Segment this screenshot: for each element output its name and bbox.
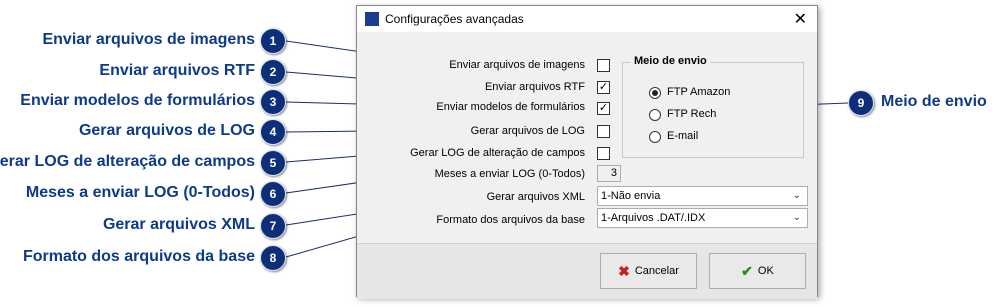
xml-select[interactable]: 1-Não envia ⌄ [597,186,808,206]
dialog-footer: ✖ Cancelar ✔ OK [357,243,817,299]
cancel-button-label: Cancelar [634,265,679,277]
format-label: Formato dos arquivos da base [436,214,585,226]
send-images-checkbox[interactable] [597,59,610,72]
format-select[interactable]: 1-Arquivos .DAT/.IDX ⌄ [597,208,808,228]
annotation-label-9: Meio de envio [881,93,987,110]
callout-badge-2: 2 [260,59,286,85]
checkmark-icon: ✔ [741,262,753,279]
annotation-label-8: Formato dos arquivos da base [22,248,255,265]
ftp-rech-radio[interactable] [649,109,661,121]
cancel-icon: ✖ [618,262,630,279]
dialog-title: Configurações avançadas [385,12,524,26]
annotation-label-5: Gerar LOG de alteração de campos [0,153,255,170]
app-icon [365,12,379,26]
annotation-label-7: Gerar arquivos XML [102,216,255,233]
send-rtf-checkbox[interactable]: ✓ [597,81,610,94]
format-select-value: 1-Arquivos .DAT/.IDX [601,212,706,224]
annotation-label-1: Enviar arquivos de imagens [42,31,255,48]
advanced-settings-dialog: Configurações avançadas ✕ Enviar arquivo… [356,5,818,299]
send-forms-checkbox[interactable]: ✓ [597,102,610,115]
generate-log-checkbox[interactable] [597,125,610,138]
ftp-rech-label: FTP Rech [667,108,717,120]
ok-button[interactable]: ✔ OK [709,253,806,289]
field-change-log-label: Gerar LOG de alteração de campos [410,147,585,159]
dialog-titlebar: Configurações avançadas ✕ [357,6,817,32]
chevron-down-icon: ⌄ [792,190,801,201]
cancel-button[interactable]: ✖ Cancelar [600,253,697,289]
send-forms-label: Enviar modelos de formulários [436,101,585,113]
ftp-amazon-radio[interactable] [649,87,661,99]
xml-label: Gerar arquivos XML [486,191,585,203]
annotation-label-2: Enviar arquivos RTF [99,62,255,79]
send-rtf-label: Enviar arquivos RTF [484,81,585,93]
annotation-label-3: Enviar modelos de formulários [20,92,255,109]
months-log-label: Meses a enviar LOG (0-Todos) [434,168,585,180]
annotation-label-4: Gerar arquivos de LOG [78,122,255,139]
callout-badge-3: 3 [260,89,286,115]
send-method-legend: Meio de envio [631,55,710,67]
chevron-down-icon: ⌄ [792,212,801,223]
ok-button-label: OK [757,265,774,277]
email-radio[interactable] [649,131,661,143]
callout-badge-9: 9 [848,90,874,116]
callout-badge-6: 6 [260,181,286,207]
close-icon[interactable]: ✕ [794,9,807,29]
radio-selected-dot [652,90,658,96]
callout-badge-7: 7 [260,213,286,239]
send-images-label: Enviar arquivos de imagens [449,59,585,71]
months-log-input[interactable]: 3 [597,165,621,182]
ftp-amazon-label: FTP Amazon [667,86,731,98]
callout-badge-1: 1 [260,28,286,54]
callout-badge-5: 5 [260,150,286,176]
generate-log-label: Gerar arquivos de LOG [470,125,585,137]
send-method-group: Meio de envio FTP Amazon FTP Rech E-mail [622,55,804,158]
field-change-log-checkbox[interactable] [597,147,610,160]
annotation-label-6: Meses a enviar LOG (0-Todos) [25,184,255,201]
callout-badge-8: 8 [260,245,286,271]
xml-select-value: 1-Não envia [601,190,661,202]
callout-badge-4: 4 [260,119,286,145]
email-label: E-mail [667,130,699,142]
